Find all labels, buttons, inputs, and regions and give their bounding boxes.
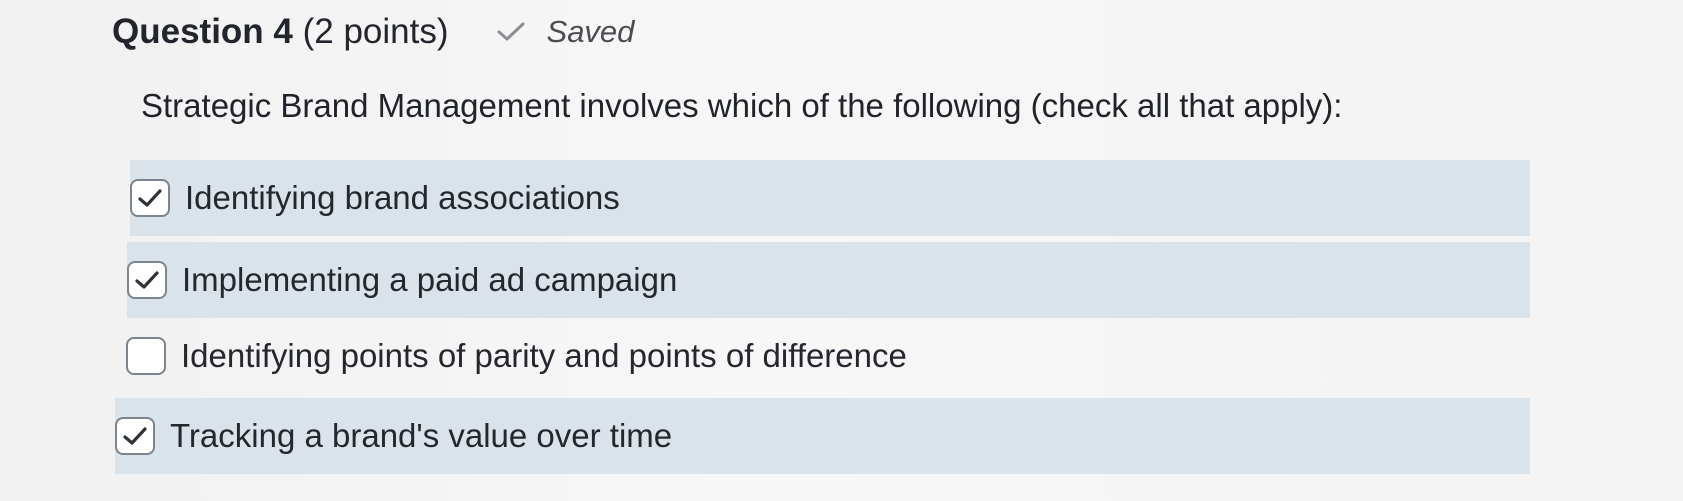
checkbox-3[interactable]	[126, 337, 166, 375]
answer-option-3[interactable]: Identifying points of parity and points …	[126, 318, 1526, 394]
answer-option-4[interactable]: Tracking a brand's value over time	[115, 398, 1530, 474]
checkmark-icon	[135, 271, 159, 289]
checkbox-1[interactable]	[130, 179, 170, 217]
answer-option-label: Identifying points of parity and points …	[181, 337, 907, 374]
answer-option-2[interactable]: Implementing a paid ad campaign	[127, 242, 1530, 318]
checkmark-icon	[123, 427, 147, 445]
answer-options: Identifying brand associations Implement…	[0, 0, 1683, 501]
answer-option-label: Implementing a paid ad campaign	[182, 261, 678, 298]
answer-option-1[interactable]: Identifying brand associations	[130, 160, 1530, 236]
checkbox-4[interactable]	[115, 417, 155, 455]
quiz-question-screen: Question 4 (2 points) Saved Strategic Br…	[0, 0, 1683, 501]
answer-option-label: Tracking a brand's value over time	[170, 417, 673, 454]
checkmark-icon	[138, 189, 162, 207]
checkbox-2[interactable]	[127, 261, 167, 299]
answer-option-label: Identifying brand associations	[185, 179, 620, 216]
